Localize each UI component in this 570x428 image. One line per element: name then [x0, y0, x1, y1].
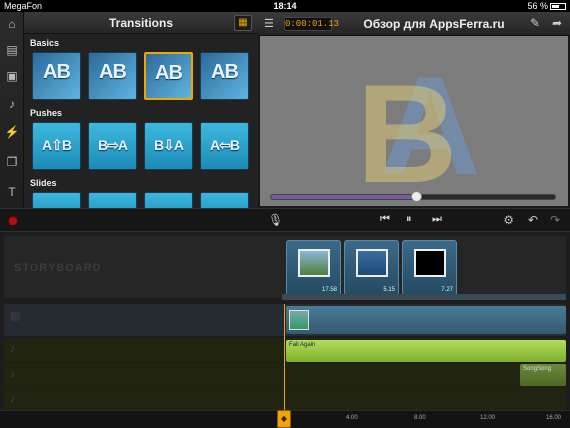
transitions-title: Transitions	[108, 16, 173, 30]
clip-thumbnail	[298, 249, 330, 277]
storyboard: STORYBOARD 17.58 5.15 7.27	[4, 236, 566, 298]
music-icon: ♪	[10, 393, 16, 405]
preview-letter-b: B	[356, 55, 458, 206]
redo-icon[interactable]: ↷	[550, 213, 560, 227]
share-icon[interactable]: ➦	[552, 16, 562, 30]
battery-label: 56 %	[527, 1, 548, 11]
clip-thumbnail	[414, 249, 446, 277]
section-slides: Slides	[30, 178, 57, 188]
transitions-panel: Transitions ▦ Basics AB AB AB AB Pushes …	[24, 12, 258, 208]
transition-label: AB	[43, 61, 71, 83]
lightning-icon[interactable]: ⚡	[4, 124, 20, 140]
transition-push-3[interactable]: B⇩A	[144, 122, 193, 170]
transition-slide-2[interactable]	[88, 192, 137, 208]
scrubber-progress	[271, 195, 416, 199]
music-icon: ♪	[10, 368, 16, 380]
left-rail: ⌂ ▤ ▣ ♪ ⚡ ❐ T	[0, 12, 24, 208]
ruler-tick: 16.00	[546, 415, 562, 421]
status-bar: MegaFon 18:14 56 %	[0, 0, 570, 12]
audio-clip-label: SongSong	[523, 366, 552, 372]
list-icon[interactable]: ☰	[264, 17, 274, 30]
clip-duration: 7.27	[441, 287, 453, 293]
storyboard-strip	[282, 294, 566, 300]
transition-slide-4[interactable]	[200, 192, 249, 208]
grid-icon[interactable]: ▦	[234, 15, 252, 31]
edit-icon[interactable]: ✎	[530, 16, 540, 30]
transition-label: AB	[155, 62, 183, 84]
story-clip[interactable]: 5.15	[344, 240, 399, 296]
transition-label: B⇨A	[98, 137, 128, 153]
layers-icon[interactable]: ❐	[4, 154, 20, 170]
transition-push-2[interactable]: B⇨A	[88, 122, 137, 170]
forward-icon[interactable]: ⏭	[432, 213, 442, 226]
video-preview[interactable]: A B	[260, 36, 568, 206]
battery-icon	[550, 3, 566, 11]
video-track: ▤	[4, 304, 566, 336]
mic-icon[interactable]: 🎙	[268, 213, 283, 227]
photo-icon[interactable]: ▣	[4, 68, 20, 84]
transition-basic-2[interactable]: AB	[88, 52, 137, 100]
transition-push-4[interactable]: A⇦B	[200, 122, 249, 170]
transitions-header: Transitions ▦	[24, 12, 258, 34]
story-clip[interactable]: 7.27	[402, 240, 457, 296]
timeline: STORYBOARD 17.58 5.15 7.27 ▤ ♪ ♪ ♪ Fall …	[0, 232, 570, 428]
transition-slide-3[interactable]	[144, 192, 193, 208]
clip-duration: 5.15	[383, 287, 395, 293]
clip-duration: 17.58	[321, 287, 337, 293]
scrubber[interactable]	[270, 191, 556, 202]
timecode-display: 0:00:01.13	[284, 17, 340, 31]
transition-basic-3[interactable]: AB	[144, 52, 193, 100]
pause-icon[interactable]: ⏸	[406, 213, 412, 226]
audio-lane: ♪	[4, 363, 566, 387]
audio-clip[interactable]: Fall Again	[286, 340, 566, 362]
playhead[interactable]	[284, 304, 285, 418]
audio-clip-label: Fall Again	[289, 342, 316, 348]
transition-label: AB	[211, 61, 239, 83]
music-icon[interactable]: ♪	[4, 96, 20, 112]
audio-clip[interactable]: SongSong	[520, 364, 566, 386]
clock: 18:14	[273, 1, 297, 11]
scrubber-knob[interactable]	[410, 191, 422, 202]
undo-icon[interactable]: ↶	[528, 213, 538, 227]
ruler-tick: 4.00	[346, 415, 358, 421]
section-basics: Basics	[30, 38, 60, 48]
film-icon: ▤	[10, 310, 21, 322]
transition-slide-1[interactable]	[32, 192, 81, 208]
home-icon[interactable]: ⌂	[4, 16, 20, 32]
transition-label: AB	[99, 61, 127, 83]
ruler-tick: 12.00	[480, 415, 496, 421]
transition-push-1[interactable]: A⇧B	[32, 122, 81, 170]
transition-label: A⇦B	[210, 137, 240, 153]
story-clip[interactable]: 17.58	[286, 240, 341, 296]
film-icon[interactable]: ▤	[4, 42, 20, 58]
rewind-icon[interactable]: ⏮	[380, 213, 390, 226]
video-clip[interactable]	[286, 306, 566, 334]
clip-thumbnail	[289, 310, 309, 330]
music-icon: ♪	[10, 343, 16, 355]
battery-indicator: 56 %	[527, 1, 566, 11]
gear-icon[interactable]: ⚙	[503, 213, 514, 227]
transition-basic-1[interactable]: AB	[32, 52, 81, 100]
storyboard-label: STORYBOARD	[14, 262, 102, 274]
transition-basic-4[interactable]: AB	[200, 52, 249, 100]
clip-thumbnail	[356, 249, 388, 277]
text-icon[interactable]: T	[4, 184, 20, 200]
transition-label: A⇧B	[42, 137, 72, 153]
project-toolbar: ☰ 0:00:01.13 Обзор для AppsFerra.ru ✎ ➦	[258, 12, 570, 36]
transition-label: B⇩A	[154, 137, 184, 153]
project-title: Обзор для AppsFerra.ru	[363, 17, 505, 31]
audio-lane: ♪	[4, 388, 566, 412]
playhead-handle[interactable]: ◆	[277, 410, 291, 428]
section-pushes: Pushes	[30, 108, 63, 118]
ruler-tick: 8.00	[414, 415, 426, 421]
record-button[interactable]	[8, 216, 18, 226]
transport-bar: 🎙 ⏮ ⏸ ⏭ ⚙ ↶ ↷	[0, 208, 570, 232]
